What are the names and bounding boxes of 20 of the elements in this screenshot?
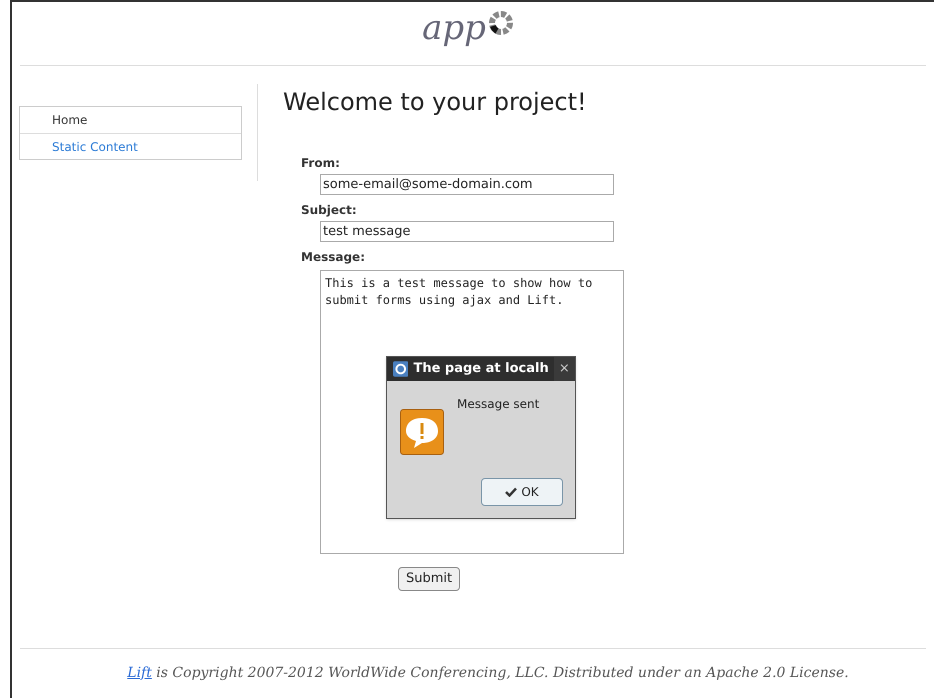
field-label: From: <box>301 155 341 172</box>
text-field[interactable]: test message <box>320 221 614 242</box>
dialog-title: The page at localh <box>413 360 549 378</box>
close-button[interactable]: × <box>554 357 575 381</box>
dialog-message: Message sent <box>457 396 540 413</box>
alert-icon <box>400 409 444 455</box>
check-icon <box>505 487 518 497</box>
logo-text: app <box>422 8 486 48</box>
page-heading: Welcome to your project! <box>283 87 588 117</box>
ring-icon <box>488 10 514 36</box>
field-label: Subject: <box>301 202 358 219</box>
nav-link[interactable]: Home <box>20 107 241 133</box>
lift-link[interactable]: Lift <box>127 665 152 681</box>
submit-button[interactable]: Submit <box>398 567 460 591</box>
nav-link[interactable]: Static Content <box>20 133 241 159</box>
text-field[interactable]: some-email@some-domain.com <box>320 174 614 195</box>
field-label: Message: <box>301 249 366 266</box>
ok-button[interactable]: OK <box>481 478 563 506</box>
copyright-text: Lift is Copyright 2007-2012 WorldWide Conferencing, LLC. Distributed under an Apache 2.0 License. <box>127 664 849 683</box>
browser-icon <box>393 361 408 377</box>
